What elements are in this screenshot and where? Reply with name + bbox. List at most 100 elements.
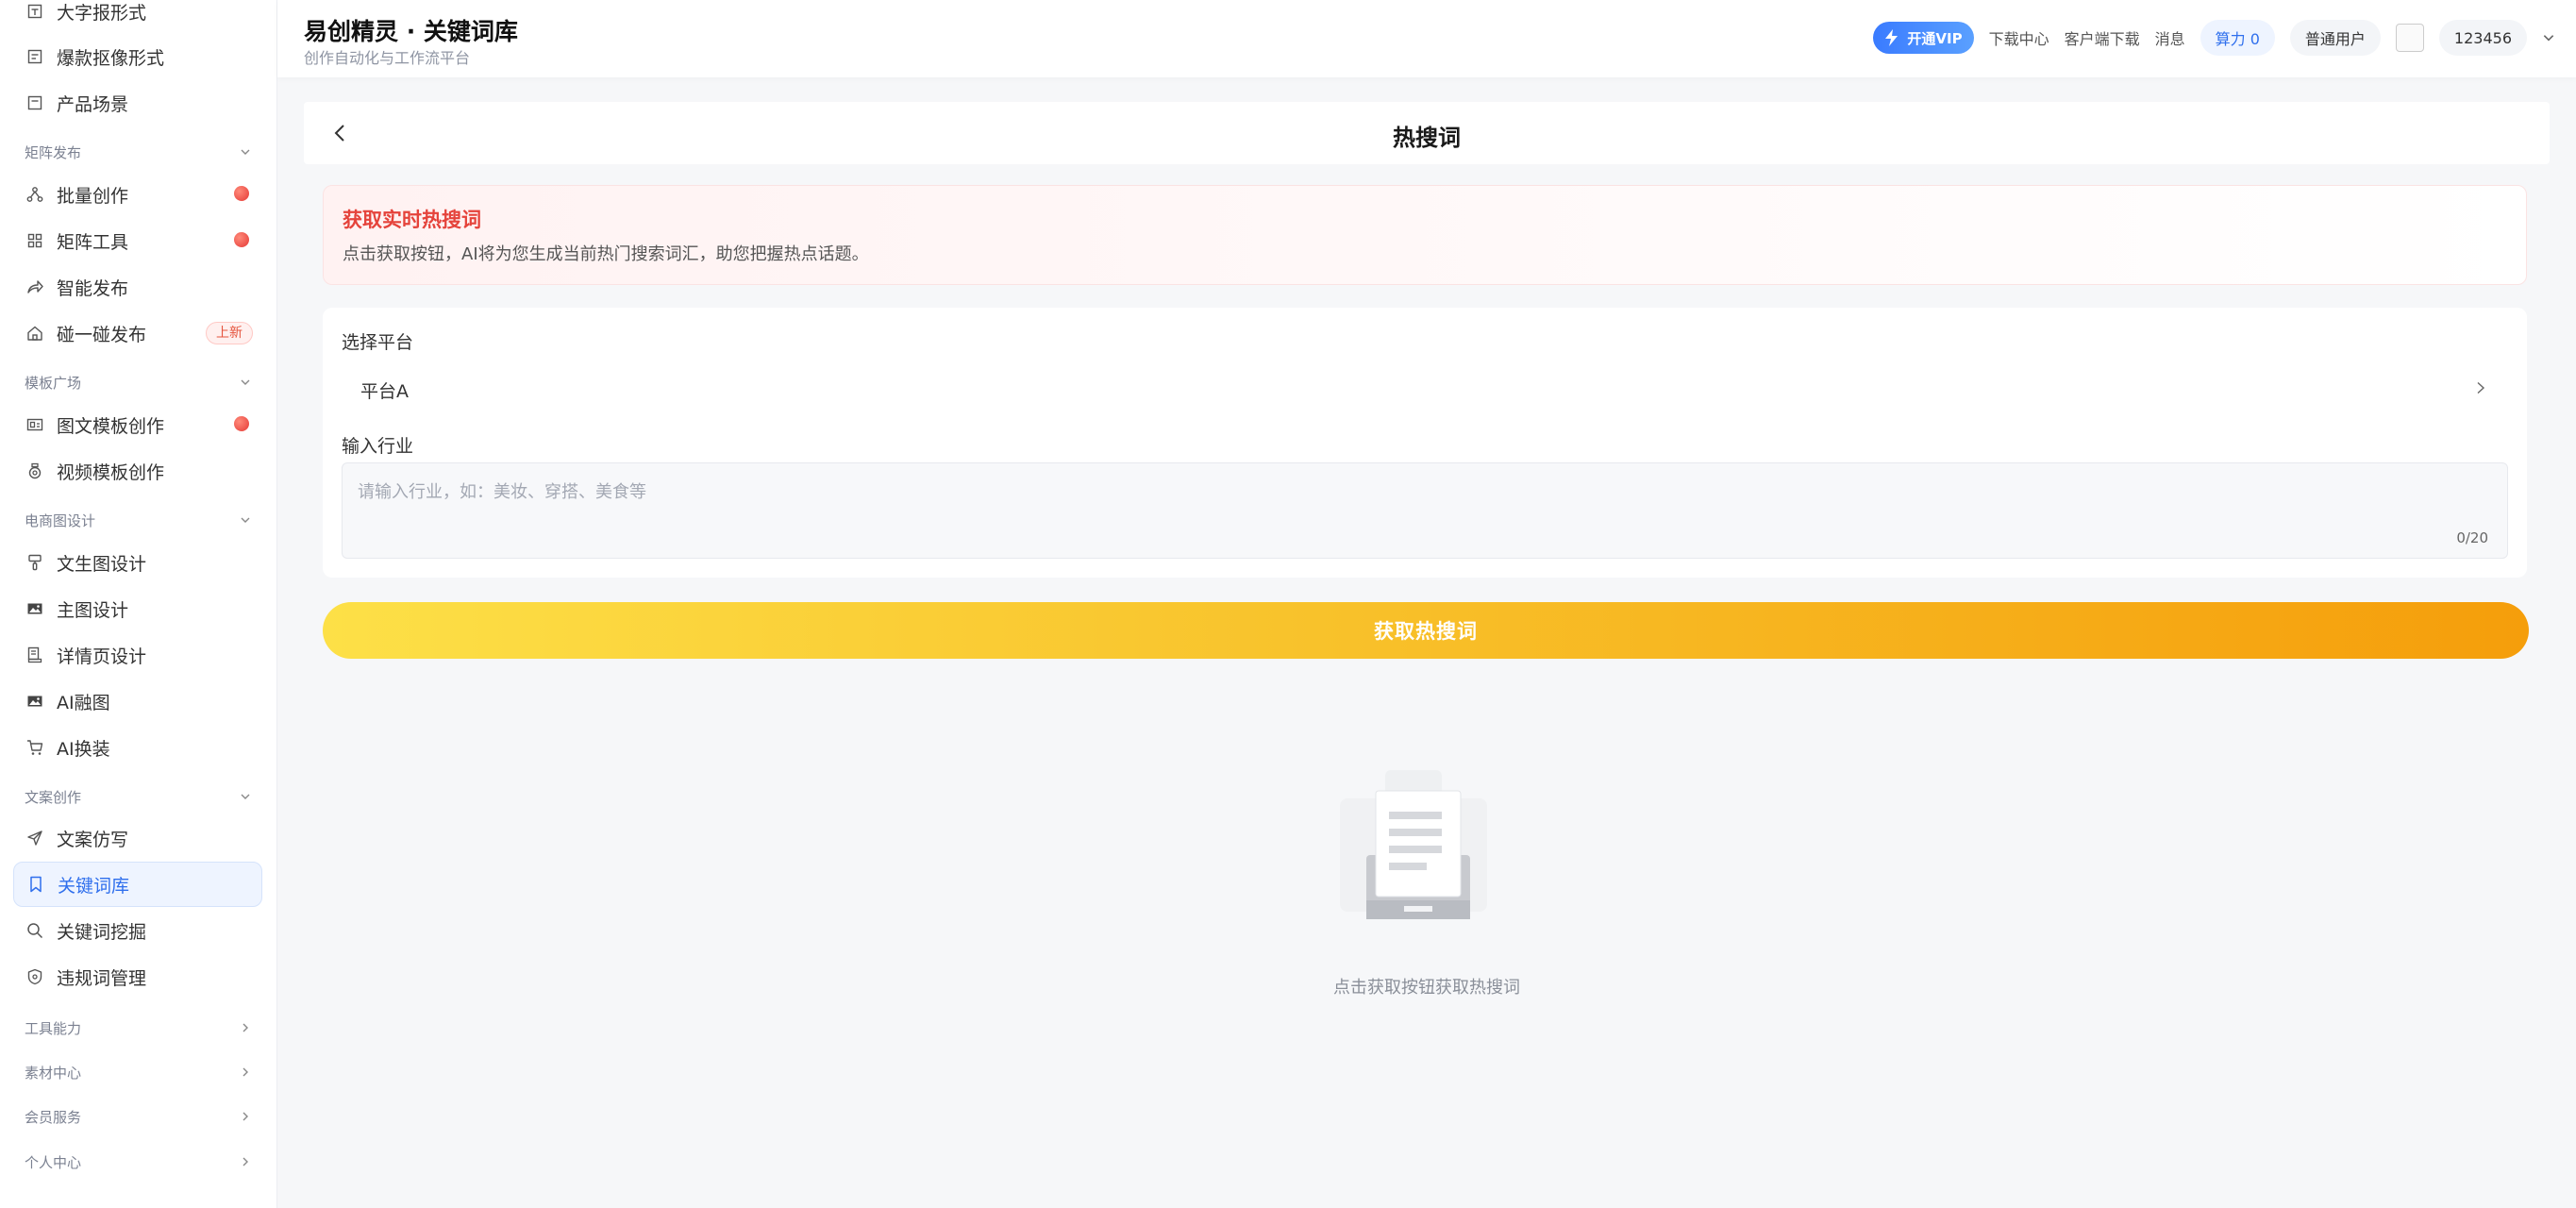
send-icon [26,830,43,847]
sidebar-item-keyword-mining[interactable]: 关键词挖掘 [13,908,262,953]
chevron-down-icon [241,379,250,385]
sidebar-group-label: 个人中心 [25,1153,82,1171]
industry-input[interactable] [358,477,2434,507]
sidebar-item-smart-publish[interactable]: 智能发布 [13,264,262,310]
sidebar-item-ai-fusion[interactable]: AI融图 [13,679,262,724]
image-text-icon [26,416,43,433]
sidebar-item-label: 关键词库 [58,875,130,897]
chevron-right-icon [243,1157,248,1166]
sidebar-group-ecommerce[interactable]: 电商图设计 [25,506,251,534]
sidebar-item-product-scene[interactable]: 产品场景 [13,80,262,126]
sidebar-item-label: 关键词挖掘 [57,921,147,943]
chevron-right-icon [2477,381,2485,394]
compute-balance[interactable]: 算力 0 [2200,20,2275,56]
chevron-down-icon [241,794,250,799]
brush-icon [26,554,43,571]
cutout-icon [26,48,43,65]
industry-field[interactable]: 0/20 [342,462,2508,559]
page-title: 热搜词 [1393,125,1461,151]
sidebar-item-main-image[interactable]: 主图设计 [13,586,262,631]
scene-icon [26,94,43,111]
sidebar-item-image-text-template[interactable]: 图文模板创作 [13,402,262,447]
sidebar-item-copy-imitation[interactable]: 文案仿写 [13,815,262,861]
open-vip-button[interactable]: 开通VIP [1873,22,1974,54]
platform-value: 平台A [360,381,409,402]
sitemap-icon [26,186,43,203]
info-title: 获取实时热搜词 [343,209,481,231]
search-icon [26,922,43,939]
username-pill[interactable]: 123456 [2438,20,2527,56]
sidebar-group-tools[interactable]: 工具能力 [25,1014,251,1042]
get-hot-words-button[interactable]: 获取热搜词 [323,602,2529,659]
empty-state-text: 点击获取按钮获取热搜词 [1333,978,1520,998]
sidebar-group-label: 素材中心 [25,1064,82,1082]
sidebar-group-label: 文案创作 [25,788,82,806]
sidebar-group-label: 电商图设计 [25,512,96,529]
sidebar-item-label: 图文模板创作 [57,415,165,437]
sidebar-group-templates[interactable]: 模板广场 [25,368,251,396]
lightning-icon [1885,29,1899,46]
info-description: 点击获取按钮，AI将为您生成当前热门搜索词汇，助您把握热点话题。 [343,244,869,264]
sidebar-item-label: 视频模板创作 [57,461,165,483]
char-counter: 0/20 [2456,529,2488,546]
sidebar-item-text-to-image[interactable]: 文生图设计 [13,540,262,585]
top-header: 易创精灵 · 关键词库 创作自动化与工作流平台 开通VIP 下载中心 客户端下载… [277,0,2576,77]
sidebar-item-video-template[interactable]: 视频模板创作 [13,448,262,494]
chevron-down-icon [241,149,250,155]
sidebar-item-label: AI换装 [57,738,110,760]
hot-badge-icon [234,416,249,431]
chevron-right-icon [243,1067,248,1077]
info-banner: 获取实时热搜词 点击获取按钮，AI将为您生成当前热门搜索词汇，助您把握热点话题。 [323,185,2527,285]
platform-label: 选择平台 [342,332,414,353]
chevron-down-icon [241,517,250,523]
sidebar-item-detail-page[interactable]: 详情页设计 [13,632,262,678]
sidebar-group-materials[interactable]: 素材中心 [25,1058,251,1086]
empty-document-icon [1340,770,1487,919]
sidebar-group-copywriting[interactable]: 文案创作 [25,782,251,811]
sidebar: 大字报形式 爆款抠像形式 产品场景 矩阵发布 批量创作 矩阵工具 智能发布 碰一… [0,0,277,1208]
sidebar-item-batch-create[interactable]: 批量创作 [13,172,262,217]
sidebar-item-matrix-tools[interactable]: 矩阵工具 [13,218,262,263]
sidebar-item-cutout[interactable]: 爆款抠像形式 [13,34,262,79]
sidebar-group-membership[interactable]: 会员服务 [25,1102,251,1131]
sidebar-item-text-poster[interactable]: 大字报形式 [13,0,262,34]
chevron-right-icon [243,1112,248,1121]
sidebar-group-label: 会员服务 [25,1108,82,1126]
app-title: 易创精灵 · 关键词库 [304,18,518,45]
sidebar-item-label: 主图设计 [57,599,129,621]
avatar[interactable] [2395,24,2424,52]
platform-select[interactable]: 平台A [342,368,2508,410]
chevron-right-icon [243,1023,248,1032]
industry-label: 输入行业 [342,436,414,457]
bookmark-icon [27,876,44,893]
download-center-link[interactable]: 下载中心 [1989,26,2049,49]
sidebar-item-label: 产品场景 [57,93,129,115]
hot-badge-icon [234,186,249,201]
sidebar-item-label: 违规词管理 [57,967,147,989]
fusion-icon [26,693,43,710]
sidebar-group-label: 模板广场 [25,374,82,392]
sidebar-item-keyword-library[interactable]: 关键词库 [13,862,262,907]
new-badge: 上新 [206,322,253,344]
chevron-down-icon[interactable] [2542,31,2555,44]
sidebar-item-tap-publish[interactable]: 碰一碰发布 上新 [13,310,262,356]
main-content: 热搜词 获取实时热搜词 点击获取按钮，AI将为您生成当前热门搜索词汇，助您把握热… [277,77,2576,1208]
page-title-bar: 热搜词 [304,102,2550,164]
sidebar-item-label: AI融图 [57,692,110,713]
sidebar-group-personal[interactable]: 个人中心 [25,1148,251,1176]
form-card: 选择平台 平台A 输入行业 0/20 [323,308,2527,578]
sidebar-item-label: 文生图设计 [57,553,147,575]
sidebar-item-ai-outfit[interactable]: AI换装 [13,725,262,770]
messages-link[interactable]: 消息 [2155,26,2185,49]
client-download-link[interactable]: 客户端下载 [2065,26,2140,49]
sidebar-item-label: 矩阵工具 [57,231,129,253]
grid-icon [26,232,43,249]
text-poster-icon [26,3,43,20]
sidebar-item-label: 碰一碰发布 [57,324,147,345]
sidebar-item-label: 大字报形式 [57,2,147,24]
user-type-badge[interactable]: 普通用户 [2289,20,2381,56]
sidebar-item-violation-words[interactable]: 违规词管理 [13,954,262,999]
sidebar-item-label: 爆款抠像形式 [57,47,165,69]
sidebar-group-matrix[interactable]: 矩阵发布 [25,138,251,166]
sidebar-group-label: 工具能力 [25,1019,82,1037]
